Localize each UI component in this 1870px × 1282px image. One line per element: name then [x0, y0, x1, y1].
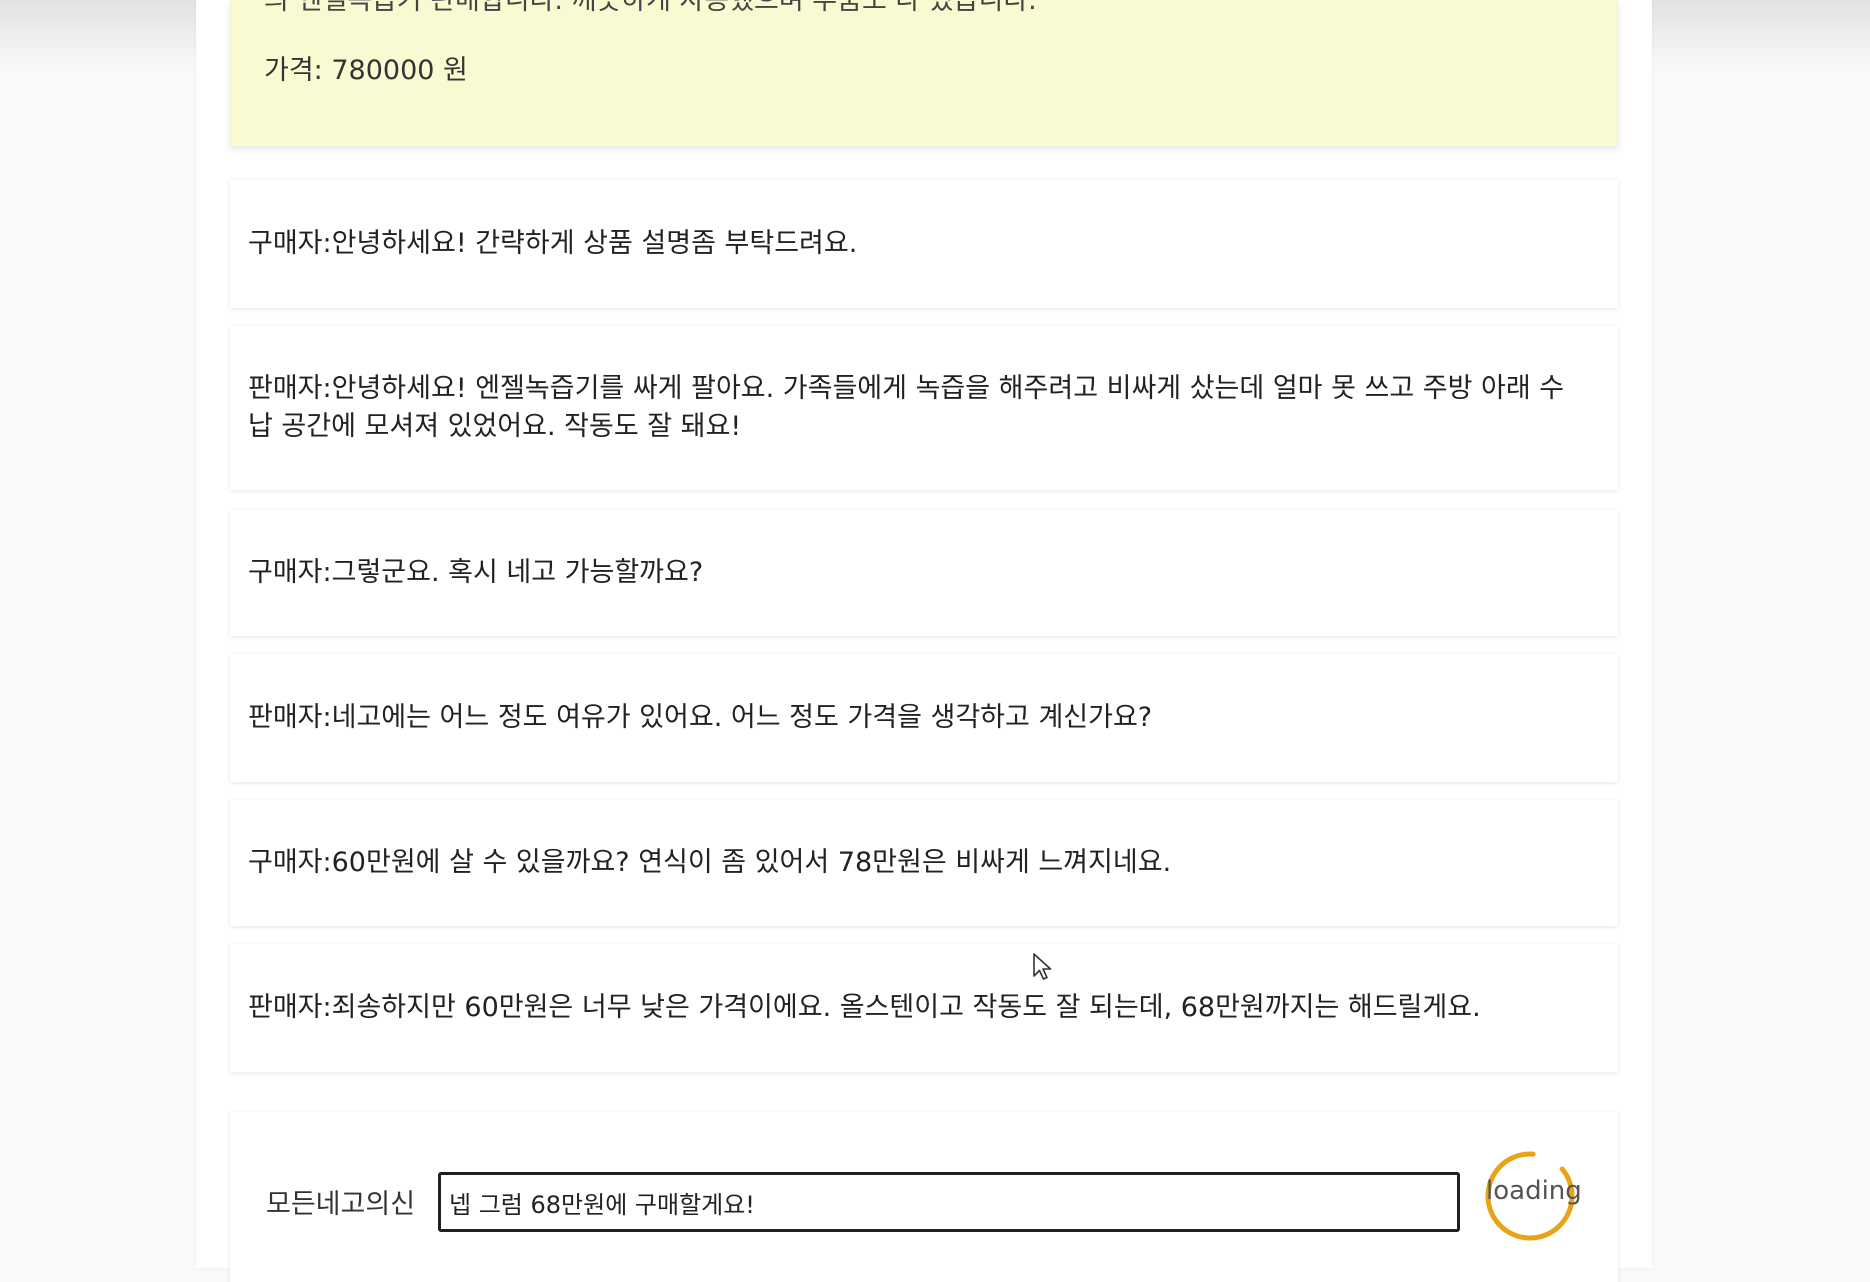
message-text: 판매자:안녕하세요! 엔젤녹즙기를 싸게 팔아요. 가족들에게 녹즙을 해주려고… — [248, 373, 1565, 442]
message-text: 구매자:안녕하세요! 간략하게 상품 설명좀 부탁드려요. — [248, 228, 858, 259]
message-buyer-2: 구매자:그렇군요. 혹시 네고 가능할까요? — [230, 510, 1618, 636]
message-text: 구매자:그렇군요. 혹시 네고 가능할까요? — [248, 557, 704, 588]
message-seller-3: 판매자:죄송하지만 60만원은 너무 낮은 가격이에요. 올스텐이고 작동도 잘… — [230, 944, 1618, 1072]
product-description: 의 엔젤녹즙기 판매합니다. 깨끗하게 사용했으며 부품도 다 있습니다. — [264, 0, 1037, 16]
message-buyer-1: 구매자:안녕하세요! 간략하게 상품 설명좀 부탁드려요. — [230, 180, 1618, 308]
loading-label: loading — [1486, 1176, 1582, 1206]
message-composer: 모든네고의신 loading — [230, 1112, 1618, 1282]
message-text: 판매자:네고에는 어느 정도 여유가 있어요. 어느 정도 가격을 생각하고 계… — [248, 702, 1153, 733]
product-price: 가격: 780000 원 — [264, 55, 468, 86]
message-text: 구매자:60만원에 살 수 있을까요? 연식이 좀 있어서 78만원은 비싸게 … — [248, 847, 1172, 878]
composer-label: 모든네고의신 — [266, 1189, 416, 1220]
chat-message-input[interactable] — [438, 1172, 1460, 1232]
message-text: 판매자:죄송하지만 60만원은 너무 낮은 가격이에요. 올스텐이고 작동도 잘… — [248, 992, 1481, 1023]
mouse-pointer-icon — [1033, 953, 1052, 980]
product-card: 의 엔젤녹즙기 판매합니다. 깨끗하게 사용했으며 부품도 다 있습니다. 가격… — [230, 0, 1618, 146]
message-seller-2: 판매자:네고에는 어느 정도 여유가 있어요. 어느 정도 가격을 생각하고 계… — [230, 654, 1618, 782]
message-buyer-3: 구매자:60만원에 살 수 있을까요? 연식이 좀 있어서 78만원은 비싸게 … — [230, 800, 1618, 926]
loading-spinner: loading — [1482, 1148, 1582, 1244]
message-seller-1: 판매자:안녕하세요! 엔젤녹즙기를 싸게 팔아요. 가족들에게 녹즙을 해주려고… — [230, 326, 1618, 490]
